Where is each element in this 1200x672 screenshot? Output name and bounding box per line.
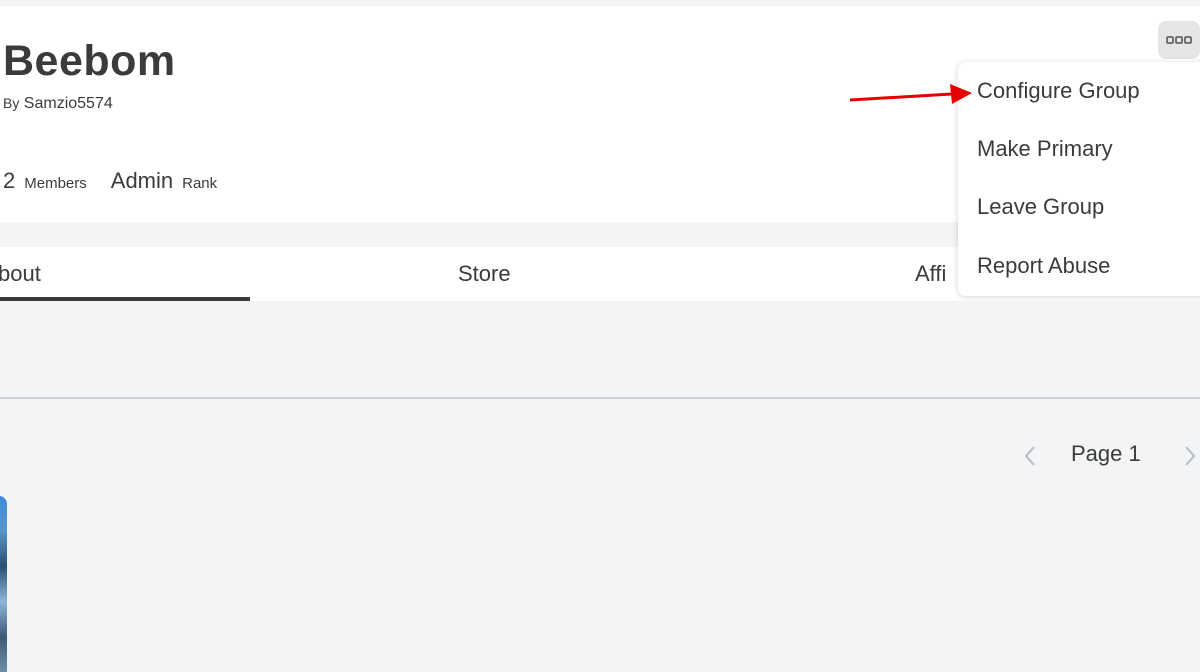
owner-prefix: By (3, 95, 20, 111)
members-label: Members (24, 175, 87, 192)
group-owner: By Samzio5574 (3, 95, 113, 113)
menu-item-report-abuse[interactable]: Report Abuse (977, 253, 1110, 279)
group-name: Beebom (3, 37, 176, 85)
menu-item-leave-group[interactable]: Leave Group (977, 194, 1104, 220)
page-indicator: Page 1 (1071, 441, 1141, 466)
more-dots-icon (1166, 36, 1192, 44)
item-thumbnail[interactable] (0, 496, 7, 672)
tab-about-label: bout (0, 261, 41, 286)
tab-about[interactable]: bout (0, 247, 250, 301)
tab-store[interactable]: Store (458, 247, 658, 301)
menu-item-configure-group[interactable]: Configure Group (977, 78, 1140, 104)
owner-name-link[interactable]: Samzio5574 (24, 95, 113, 112)
pagination: Page 1 (1020, 437, 1200, 475)
tab-affiliates-label: Affi (915, 261, 947, 286)
more-options-button[interactable] (1158, 21, 1200, 59)
tab-store-label: Store (458, 261, 511, 286)
chevron-left-icon[interactable] (1020, 443, 1042, 469)
menu-item-make-primary[interactable]: Make Primary (977, 136, 1113, 162)
chevron-right-icon[interactable] (1178, 443, 1200, 469)
group-stats: 2 Members Admin Rank (3, 168, 241, 194)
section-divider (0, 397, 1200, 399)
members-count: 2 (3, 168, 16, 193)
rank-label: Rank (182, 175, 218, 192)
group-options-menu: Configure Group Make Primary Leave Group… (958, 62, 1200, 296)
red-arrow-icon (849, 84, 972, 104)
rank-value: Admin (110, 168, 174, 193)
tab-selected-underline (0, 297, 250, 301)
group-page: Beebom By Samzio5574 2 Members Admin Ran… (0, 0, 1200, 672)
